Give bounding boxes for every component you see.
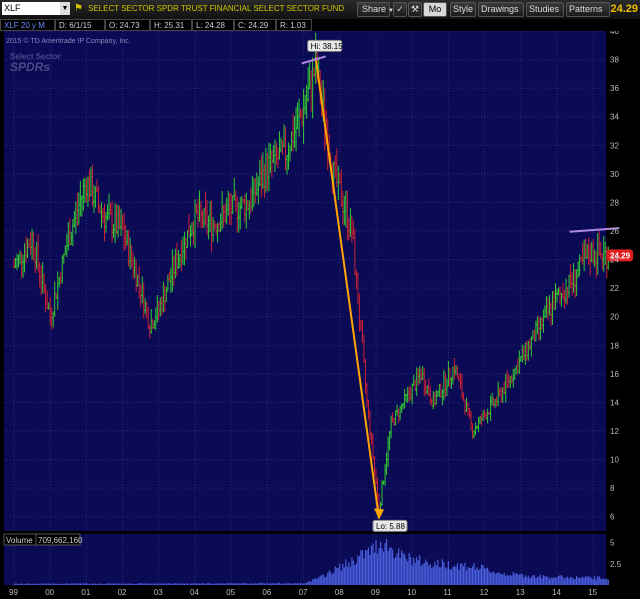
vol-tick-2.5: 2.5 [610,560,622,569]
copyright-text: 2015 © TD Ameritrade IP Company, Inc. [6,37,131,45]
low-label: Lo: 5.88 [376,522,405,531]
drawings-label: Drawings [481,4,519,14]
y-tick-36: 36 [610,84,619,93]
settings-icon[interactable]: ✓ [393,2,407,17]
y-tick-30: 30 [610,170,619,179]
volume-label: Volume [6,536,33,545]
y-tick-18: 18 [610,341,619,350]
x-tick-08: 08 [335,588,344,597]
x-tick-00: 00 [45,588,54,597]
y-tick-20: 20 [610,313,619,322]
studies-label: Studies [529,4,560,14]
symbol-input[interactable]: XLF [2,2,60,15]
x-tick-15: 15 [588,588,597,597]
x-tick-02: 02 [118,588,127,597]
x-tick-04: 04 [190,588,199,597]
last-price: 24.29 [610,3,638,15]
info-open: O: 24.73 [105,19,150,31]
style-button[interactable]: Style [450,2,476,17]
chart-area[interactable]: Hi: 38.15 Lo: 5.88 24.29 6 8 10 12 14 16 18 20 22 2… [0,27,640,597]
y-tick-14: 14 [610,398,619,407]
watermark-line2: SPDRs [10,60,50,74]
y-tick-10: 10 [610,456,619,465]
x-tick-06: 06 [262,588,271,597]
toolbar: XLF ▼ ⚑ SELECT SECTOR SPDR TRUST FINANCI… [0,0,640,20]
high-label: Hi: 38.15 [311,42,344,51]
patterns-button[interactable]: Patterns [566,2,610,17]
y-tick-34: 34 [610,113,619,122]
x-tick-10: 10 [407,588,416,597]
style-label: Style [453,4,474,14]
y-tick-22: 22 [610,284,619,293]
x-tick-03: 03 [154,588,163,597]
x-tick-05: 05 [226,588,235,597]
info-bar: XLF 20 y M D: 6/1/15 O: 24.73 H: 25.31 L… [0,19,640,31]
info-close: C: 24.29 [234,19,276,31]
info-high: H: 25.31 [150,19,192,31]
x-tick-14: 14 [552,588,561,597]
y-tick-8: 8 [610,484,615,493]
info-range: R: 1.03 [276,19,312,31]
x-tick-99: 99 [9,588,18,597]
x-tick-13: 13 [516,588,525,597]
y-tick-12: 12 [610,427,619,436]
share-button[interactable]: Share ▼ [357,2,394,17]
x-tick-01: 01 [81,588,90,597]
studies-button[interactable]: Studies [526,2,564,17]
x-tick-07: 07 [299,588,308,597]
y-tick-26: 26 [610,227,619,236]
y-tick-40: 40 [610,31,619,36]
y-tick-38: 38 [610,56,619,65]
aggregation-button[interactable]: Mo [423,2,447,17]
x-tick-09: 09 [371,588,380,597]
patterns-label: Patterns [569,4,603,14]
y-tick-16: 16 [610,370,619,379]
info-date: D: 6/1/15 [55,19,105,31]
x-tick-11: 11 [443,588,452,597]
symbol-dropdown-icon[interactable]: ▼ [60,2,70,15]
price-chart[interactable]: Hi: 38.15Lo: 5.8824.29 68101214161820222… [0,27,640,597]
y-tick-6: 6 [610,513,615,522]
wrench-icon[interactable]: ⚒ [408,2,422,17]
y-tick-28: 28 [610,198,619,207]
share-label: Share [362,4,387,14]
link-icon[interactable]: ⚑ [74,2,83,16]
y-tick-32: 32 [610,141,619,150]
chart-period-label[interactable]: XLF 20 y M [0,19,55,31]
volume-value: 709,662,160 [38,536,83,545]
drawings-button[interactable]: Drawings [478,2,524,17]
symbol-description: SELECT SECTOR SPDR TRUST FINANCIAL SELEC… [88,4,345,13]
y-tick-24: 24 [610,256,619,265]
x-tick-12: 12 [480,588,489,597]
info-low: L: 24.28 [192,19,234,31]
vol-tick-5: 5 [610,539,615,548]
